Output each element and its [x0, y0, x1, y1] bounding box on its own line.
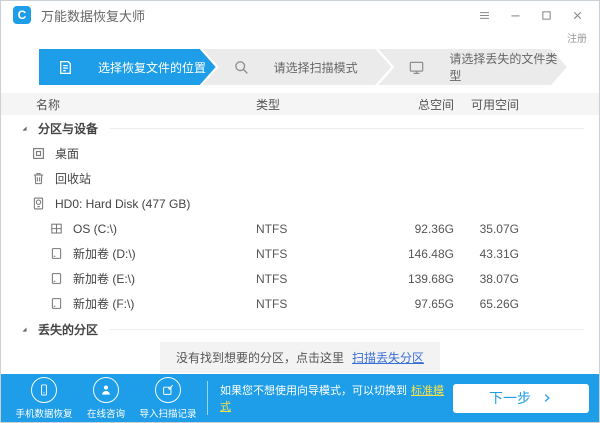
document-icon: [57, 59, 74, 76]
mode-hint: 如果您不想使用向导模式，可以切换到 标准模式: [220, 382, 453, 414]
next-button[interactable]: 下一步: [453, 383, 589, 413]
title-bar: C 万能数据恢复大师: [1, 1, 599, 29]
app-title: 万能数据恢复大师: [41, 8, 146, 24]
footer-divider: [207, 381, 208, 415]
app-logo-icon: C: [13, 6, 31, 24]
close-icon[interactable]: [565, 5, 589, 25]
no-partition-message: 没有找到想要的分区，点击这里 扫描丢失分区: [159, 342, 441, 373]
wizard-step-3[interactable]: 请选择丢失的文件类型: [378, 49, 567, 85]
expander-icon[interactable]: [19, 123, 30, 134]
tree-row[interactable]: OS (C:\) NTFS 92.36G 35.07G: [1, 216, 599, 241]
footer-action-person[interactable]: 在线咨询: [75, 376, 137, 420]
search-icon: [233, 59, 250, 76]
expander-icon[interactable]: [19, 324, 30, 335]
import-icon: [161, 383, 175, 397]
drive-icon: [49, 296, 64, 311]
partition-tree: 分区与设备 桌面 回收站 HD0: Hard Disk (477 GB) OS …: [1, 115, 599, 374]
table-header: 名称 类型 总空间 可用空间: [1, 93, 599, 115]
monitor-icon: [408, 59, 425, 76]
tree-section-header[interactable]: 丢失的分区: [1, 316, 599, 342]
footer-bar: 手机数据恢复 在线咨询 导入扫描记录 如果您不想使用向导模式，可以切换到 标准模式…: [1, 374, 599, 422]
drive-icon: [49, 271, 64, 286]
minimize-icon[interactable]: [503, 5, 527, 25]
chevron-right-icon: [541, 392, 553, 404]
tree-row[interactable]: 桌面: [1, 141, 599, 166]
drive-icon: [49, 246, 64, 261]
register-link[interactable]: 注册: [567, 30, 587, 45]
tree-row[interactable]: 新加卷 (F:\) NTFS 97.65G 65.26G: [1, 291, 599, 316]
footer-action-import[interactable]: 导入扫描记录: [137, 376, 199, 420]
mode-hint-text: 如果您不想使用向导模式，可以切换到: [220, 385, 407, 397]
wizard-steps: 选择恢复文件的位置 请选择扫描模式 请选择丢失的文件类型: [1, 45, 599, 93]
desktop-icon: [31, 146, 46, 161]
column-header-total: 总空间: [417, 97, 454, 112]
person-icon: [99, 383, 113, 397]
app-window: C 万能数据恢复大师 注册 选择恢复文件的位置 请选择扫描模式 请选择丢失的文件…: [0, 0, 600, 423]
tree-row[interactable]: 新加卷 (E:\) NTFS 139.68G 38.07G: [1, 266, 599, 291]
tree-row[interactable]: 回收站: [1, 166, 599, 191]
tree-section-header[interactable]: 分区与设备: [1, 115, 599, 141]
register-row: 注册: [1, 29, 599, 45]
column-header-name: 名称: [36, 97, 61, 112]
windows-drive-icon: [49, 221, 64, 236]
lost-partition-message-row: 没有找到想要的分区，点击这里 扫描丢失分区: [1, 342, 599, 374]
tree-row[interactable]: HD0: Hard Disk (477 GB): [1, 191, 599, 216]
phone-icon: [37, 383, 51, 397]
scan-lost-partitions-link[interactable]: 扫描丢失分区: [352, 349, 424, 366]
column-header-type: 类型: [256, 97, 281, 112]
menu-icon[interactable]: [472, 5, 496, 25]
footer-actions: 手机数据恢复 在线咨询 导入扫描记录: [13, 376, 199, 420]
tree-row[interactable]: 新加卷 (D:\) NTFS 146.48G 43.31G: [1, 241, 599, 266]
column-header-avail: 可用空间: [470, 97, 519, 112]
wizard-step-2[interactable]: 请选择扫描模式: [203, 49, 392, 85]
next-button-label: 下一步: [489, 390, 531, 406]
trash-icon: [31, 171, 46, 186]
harddisk-icon: [31, 196, 46, 211]
wizard-step-1[interactable]: 选择恢复文件的位置: [39, 49, 216, 85]
footer-action-phone[interactable]: 手机数据恢复: [13, 376, 75, 420]
maximize-icon[interactable]: [534, 5, 558, 25]
